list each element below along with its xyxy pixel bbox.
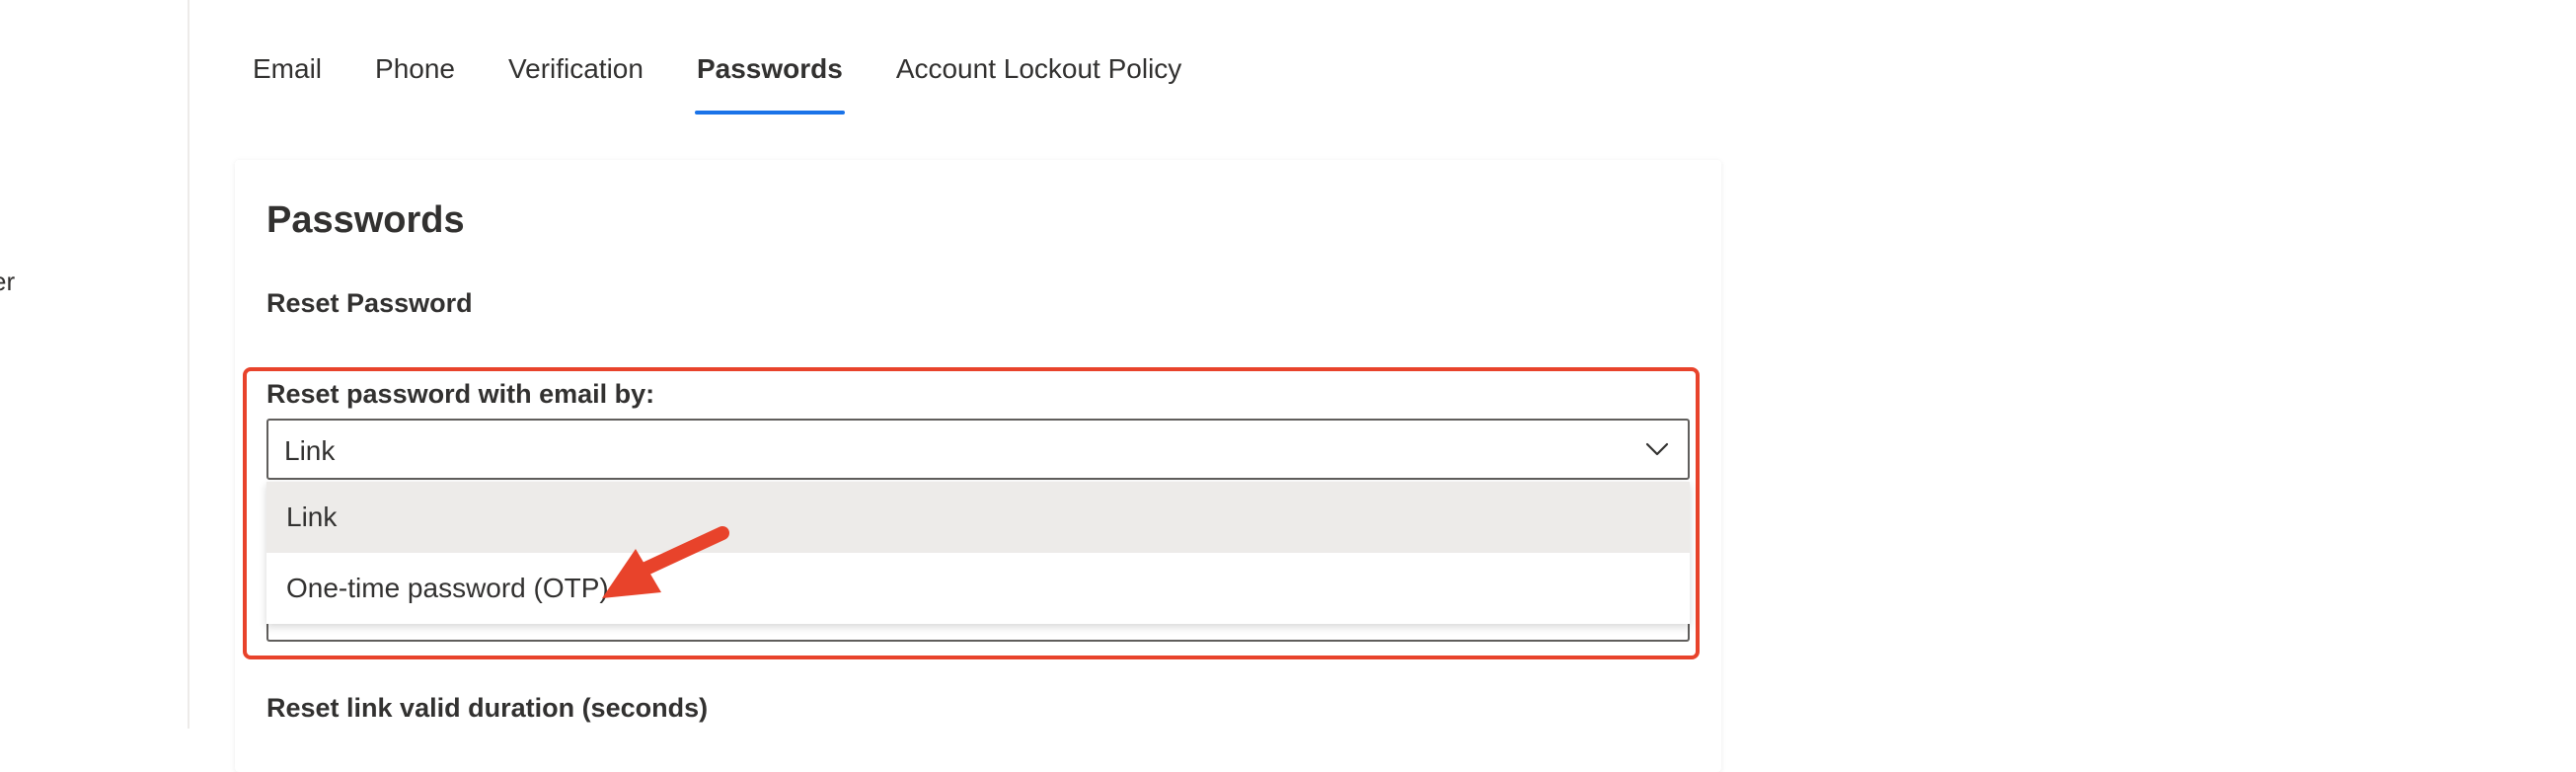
reset-method-select[interactable]: Link: [266, 419, 1690, 480]
section-title-reset-password: Reset Password: [266, 288, 473, 318]
reset-method-label: Reset password with email by:: [266, 379, 655, 409]
tab-phone[interactable]: Phone: [357, 39, 473, 101]
tab-email[interactable]: Email: [235, 39, 340, 101]
annotation-arrow-icon: [602, 526, 729, 598]
reset-method-selected-value: Link: [284, 435, 336, 466]
option-otp[interactable]: One-time password (OTP): [266, 553, 1690, 624]
option-link[interactable]: Link: [266, 482, 1690, 553]
card-title: Passwords: [266, 199, 465, 241]
settings-tabs: Email Phone Verification Passwords Accou…: [235, 39, 1217, 115]
tab-account-lockout-policy[interactable]: Account Lockout Policy: [878, 39, 1200, 101]
nav-item-label-partial[interactable]: er: [0, 267, 15, 297]
reset-link-duration-label: Reset link valid duration (seconds): [266, 693, 709, 723]
tab-passwords[interactable]: Passwords: [679, 39, 861, 115]
left-nav: er: [0, 0, 189, 729]
chevron-down-icon: [1645, 442, 1669, 456]
reset-method-dropdown-list: Link One-time password (OTP): [266, 482, 1690, 624]
tab-verification[interactable]: Verification: [491, 39, 661, 101]
passwords-card: Passwords Reset Password Reset password …: [235, 160, 1721, 772]
